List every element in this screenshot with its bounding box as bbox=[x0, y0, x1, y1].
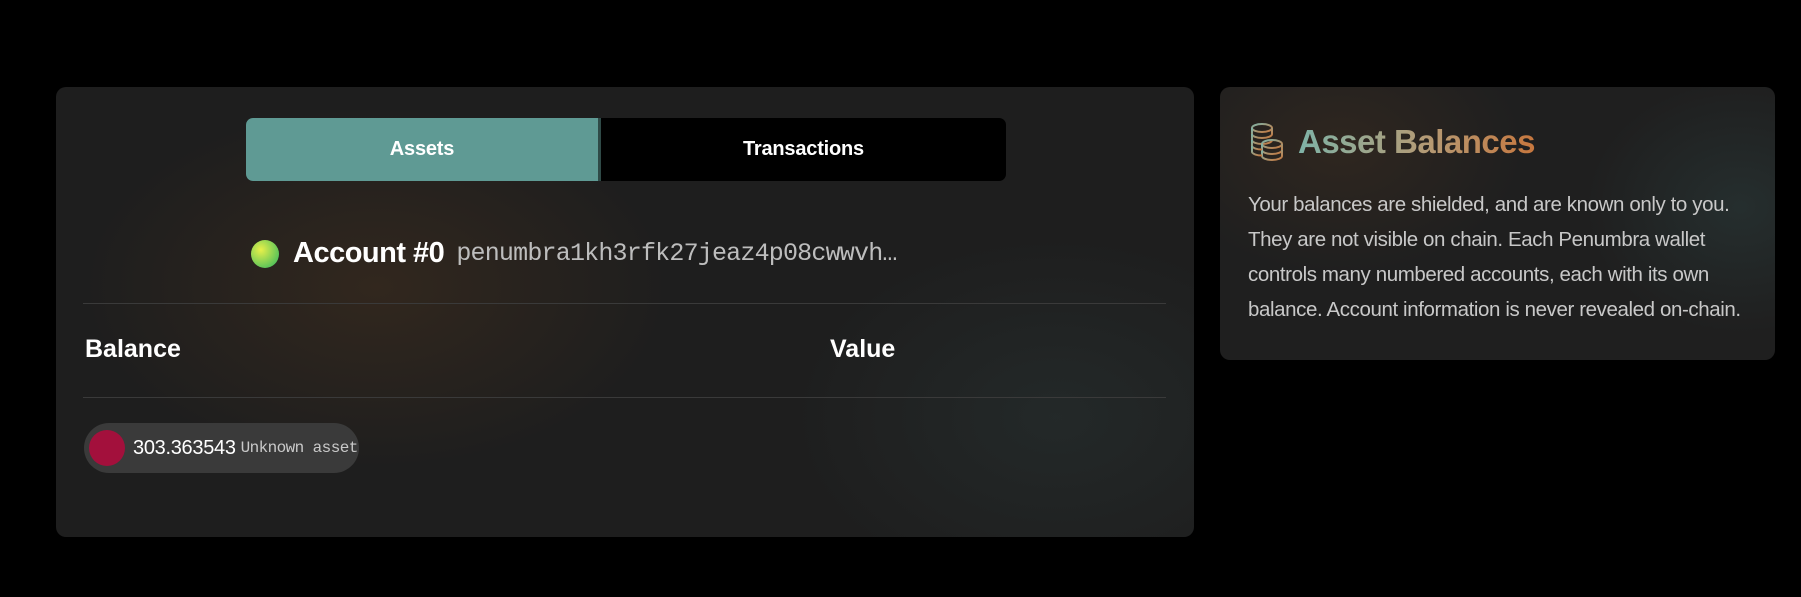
divider bbox=[83, 397, 1166, 398]
column-header-balance: Balance bbox=[85, 335, 181, 363]
divider bbox=[83, 303, 1166, 304]
info-title: Asset Balances bbox=[1298, 123, 1535, 160]
asset-balances-info-card: Asset Balances Your balances are shielde… bbox=[1220, 87, 1775, 360]
account-name: Account #0 bbox=[293, 237, 445, 269]
asset-balance-chip[interactable]: 303.363543 Unknown asset bbox=[84, 423, 359, 473]
column-header-value: Value bbox=[830, 335, 896, 363]
asset-icon bbox=[89, 430, 125, 466]
account-avatar-icon bbox=[251, 239, 279, 268]
coins-icon bbox=[1251, 123, 1283, 161]
asset-name: Unknown asset bbox=[240, 439, 359, 457]
tab-assets[interactable]: Assets bbox=[246, 118, 601, 181]
account-address[interactable]: penumbra1kh3rfk27jeaz4p08cwwvh… bbox=[456, 239, 897, 268]
assets-card: Assets Transactions Account #0 penumbra1… bbox=[56, 87, 1194, 537]
account-header: Account #0 penumbra1kh3rfk27jeaz4p08cwwv… bbox=[251, 237, 897, 270]
info-title-row: Asset Balances bbox=[1248, 122, 1535, 162]
asset-amount: 303.363543 bbox=[133, 436, 236, 459]
tab-transactions[interactable]: Transactions bbox=[601, 118, 1006, 181]
tab-bar: Assets Transactions bbox=[246, 118, 1006, 181]
info-description: Your balances are shielded, and are know… bbox=[1248, 193, 1741, 321]
